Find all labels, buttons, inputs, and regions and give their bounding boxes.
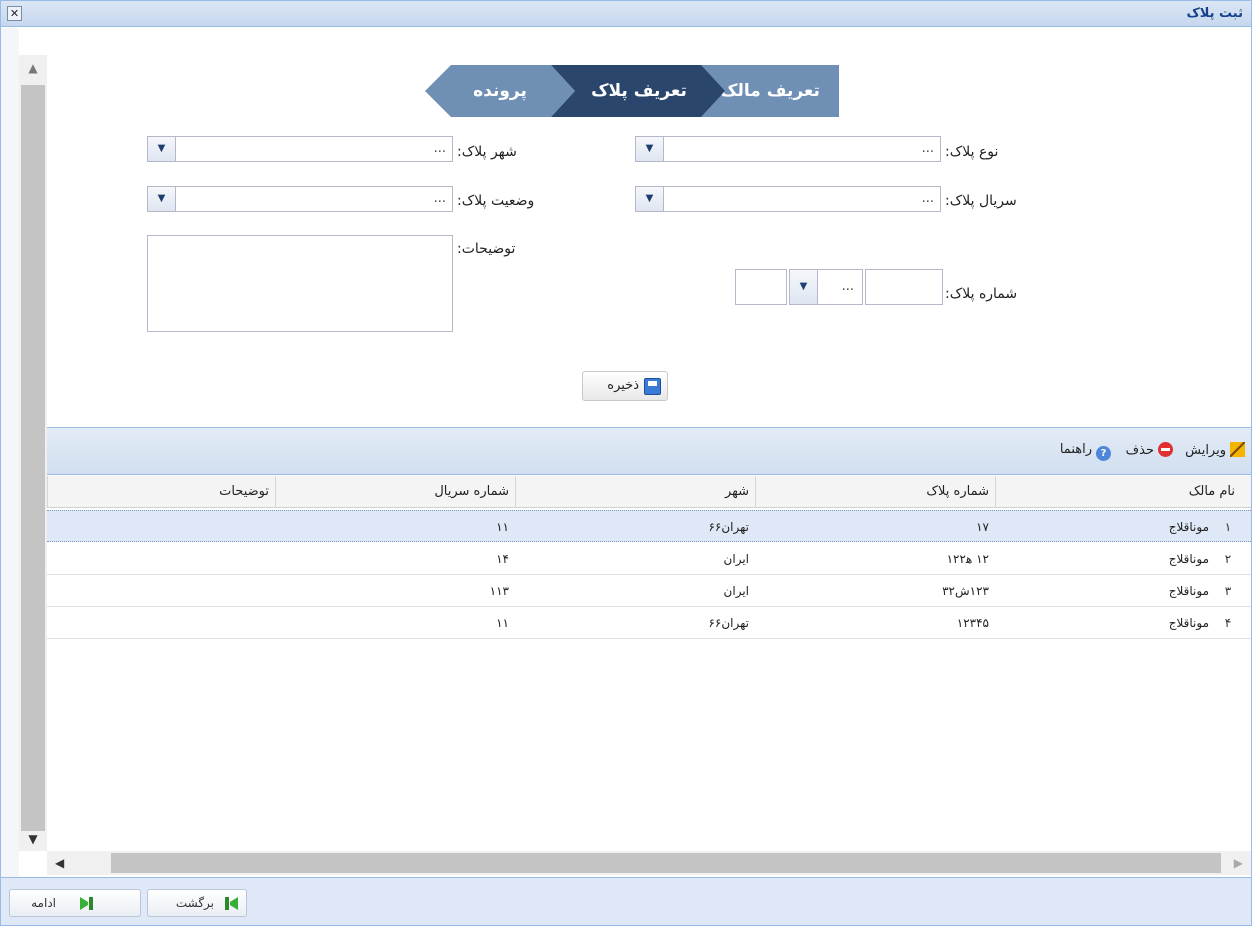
- chevron-down-icon[interactable]: ▼: [636, 187, 664, 211]
- step-file[interactable]: پرونده: [425, 65, 575, 117]
- row-number: ۲: [1224, 552, 1232, 566]
- back-button-label: برگشت: [175, 896, 214, 910]
- plate-cell: ۱۲۳۴۵: [956, 616, 989, 630]
- last-page-icon: [80, 897, 93, 910]
- plate-cell: ۱۷: [976, 520, 989, 534]
- scroll-down-arrow-icon[interactable]: ▼: [19, 827, 47, 851]
- city-cell: تهران۶۶: [708, 520, 749, 534]
- scroll-right-arrow-icon[interactable]: ▶: [1223, 851, 1243, 875]
- help-button[interactable]: ? راهنما: [1060, 442, 1111, 461]
- horizontal-scroll-thumb[interactable]: [111, 853, 1221, 873]
- plate-serial-value: ...: [921, 191, 934, 206]
- owner-cell: موناقلاج: [1168, 616, 1209, 630]
- help-label: راهنما: [1059, 442, 1092, 457]
- serial-cell: ۱۱: [496, 616, 509, 630]
- scroll-up-arrow-icon[interactable]: ▲: [19, 55, 47, 81]
- save-button-label: ذخیره: [607, 378, 639, 393]
- serial-cell: ۱۴: [496, 552, 509, 566]
- step-define-plate[interactable]: تعریف پلاک: [551, 65, 727, 117]
- plate-cell: ۱۲۳ش۳۲: [942, 584, 989, 598]
- column-plate-number[interactable]: شماره پلاک: [755, 476, 995, 508]
- owner-cell: موناقلاج: [1168, 520, 1209, 534]
- continue-button-label: ادامه: [31, 896, 56, 910]
- table-row[interactable]: ۴ موناقلاج ۱۲۳۴۵ تهران۶۶ ۱۱: [47, 607, 1251, 639]
- serial-cell: ۱۱: [496, 520, 509, 534]
- footer-bar: برگشت ادامه: [1, 877, 1251, 925]
- vertical-scroll-thumb[interactable]: [21, 85, 45, 831]
- plate-serial-label: سریال پلاک:: [945, 193, 1017, 209]
- scroll-left-arrow-icon[interactable]: ◀: [55, 851, 75, 875]
- plate-city-label: شهر پلاک:: [457, 144, 517, 160]
- edit-label: ویرایش: [1185, 443, 1226, 458]
- plate-cell: ۱۲ ﻫ۱۲۲: [946, 552, 989, 566]
- first-page-icon: [225, 897, 238, 910]
- description-label: توضیحات:: [457, 241, 516, 257]
- chevron-down-icon[interactable]: ▼: [148, 137, 176, 161]
- title-bar: ثبت پلاک ✕: [1, 1, 1251, 27]
- delete-icon: [1158, 442, 1173, 457]
- plate-number-part2-input[interactable]: [735, 269, 787, 305]
- table-row[interactable]: ۱ موناقلاج ۱۷ تهران۶۶ ۱۱: [47, 510, 1251, 542]
- plate-serial-combo[interactable]: ▼ ...: [635, 186, 941, 212]
- plate-letter-value: ...: [841, 279, 854, 294]
- plate-type-combo[interactable]: ▼ ...: [635, 136, 941, 162]
- delete-label: حذف: [1125, 443, 1154, 458]
- plate-status-label: وضعیت پلاک:: [457, 193, 535, 209]
- column-serial-number[interactable]: شماره سریال: [275, 476, 515, 508]
- delete-button[interactable]: حذف: [1126, 442, 1173, 458]
- grid-header: نام مالک شماره پلاک شهر شماره سریال توضی…: [47, 476, 1251, 508]
- owner-cell: موناقلاج: [1168, 584, 1209, 598]
- row-number: ۱: [1224, 520, 1232, 534]
- row-number: ۴: [1224, 616, 1232, 630]
- close-icon[interactable]: ✕: [7, 6, 22, 21]
- city-cell: ایران: [723, 584, 749, 598]
- plate-number-part1-input[interactable]: [865, 269, 943, 305]
- plate-number-label: شماره پلاک:: [945, 286, 1018, 302]
- description-textarea[interactable]: [147, 235, 453, 332]
- row-number: ۳: [1224, 584, 1232, 598]
- window-title: ثبت پلاک: [1186, 6, 1243, 21]
- chevron-down-icon[interactable]: ▼: [636, 137, 664, 161]
- plate-city-combo[interactable]: ▼ ...: [147, 136, 453, 162]
- plate-status-value: ...: [433, 191, 446, 206]
- continue-button[interactable]: ادامه: [9, 889, 141, 917]
- back-button[interactable]: برگشت: [147, 889, 247, 917]
- table-row[interactable]: ۲ موناقلاج ۱۲ ﻫ۱۲۲ ایران ۱۴: [47, 543, 1251, 575]
- horizontal-scrollbar[interactable]: ◀ ▶: [47, 851, 1251, 875]
- plate-type-value: ...: [921, 141, 934, 156]
- wizard-steps: پرونده تعریف پلاک تعریف مالک: [425, 65, 839, 117]
- save-button[interactable]: ذخیره: [582, 371, 668, 401]
- table-row[interactable]: ۳ موناقلاج ۱۲۳ش۳۲ ایران ۱۱۳: [47, 575, 1251, 607]
- help-icon: ?: [1096, 446, 1111, 461]
- chevron-down-icon[interactable]: ▼: [148, 187, 176, 211]
- serial-cell: ۱۱۳: [489, 584, 509, 598]
- floppy-disk-icon: [644, 378, 661, 395]
- edit-button[interactable]: ویرایش: [1185, 442, 1245, 458]
- city-cell: تهران۶۶: [708, 616, 749, 630]
- plate-letter-combo[interactable]: ▼ ...: [789, 269, 863, 305]
- city-cell: ایران: [723, 552, 749, 566]
- grid-toolbar: ویرایش حذف ? راهنما: [47, 427, 1251, 475]
- column-description[interactable]: توضیحات: [47, 476, 275, 508]
- chevron-down-icon[interactable]: ▼: [790, 270, 818, 304]
- pencil-icon: [1230, 442, 1245, 457]
- plate-status-combo[interactable]: ▼ ...: [147, 186, 453, 212]
- plate-registration-window: ثبت پلاک ✕ ▲ ▼ پرونده تعریف پلاک تعریف م…: [0, 0, 1252, 926]
- plate-type-label: نوع پلاک:: [945, 144, 999, 160]
- plate-city-value: ...: [433, 141, 446, 156]
- vertical-scrollbar[interactable]: ▲ ▼: [19, 55, 47, 851]
- left-gutter: [1, 28, 19, 878]
- column-owner-name[interactable]: نام مالک: [995, 476, 1241, 508]
- owner-cell: موناقلاج: [1168, 552, 1209, 566]
- column-city[interactable]: شهر: [515, 476, 755, 508]
